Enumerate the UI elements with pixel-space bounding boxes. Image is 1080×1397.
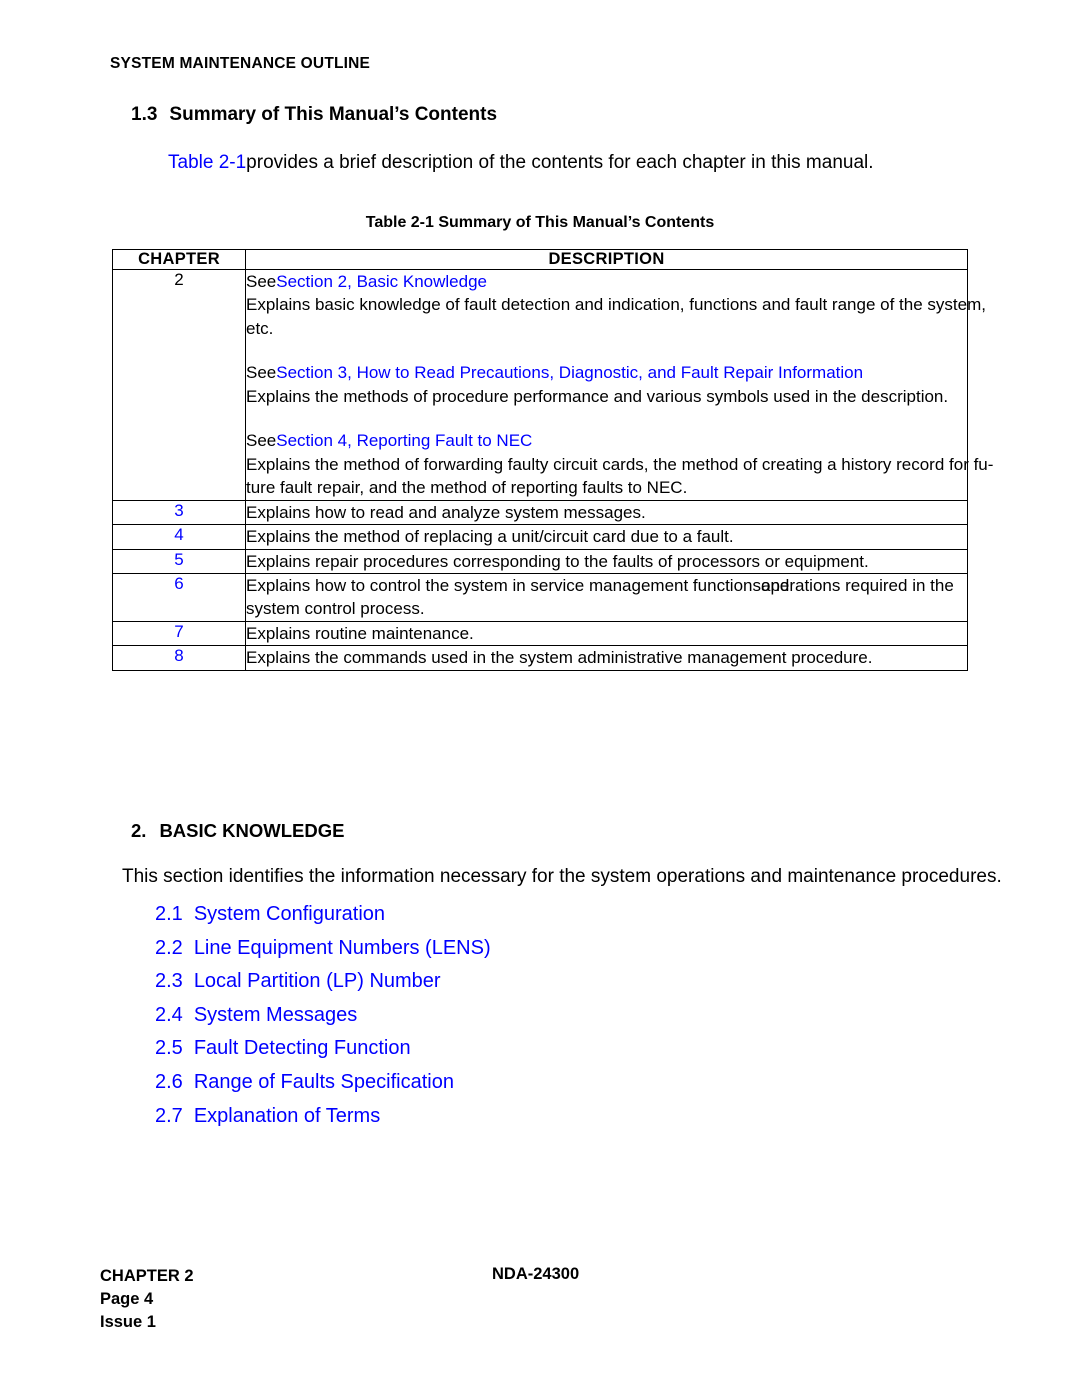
toc-item-2-5[interactable]: 2.5 Fault Detecting Function xyxy=(155,1032,491,1066)
see-line: SeeSection 3, How to Read Precautions, D… xyxy=(246,361,967,384)
toc-label: Fault Detecting Function xyxy=(193,1037,411,1060)
chapter-2-number: 2. xyxy=(131,820,147,841)
footer-issue: Issue 1 xyxy=(100,1313,156,1331)
description-line-overlapping: Explains how to control the system in se… xyxy=(246,574,967,597)
table-caption: Table 2-1 Summary of This Manual’s Conte… xyxy=(365,214,715,231)
page-footer: CHAPTER 2 Page 4 Issue 1 xyxy=(100,1265,194,1334)
toc-number: 2.4 xyxy=(155,1003,183,1026)
overlap-before: Explains how to control the system in se… xyxy=(246,575,761,595)
section-link[interactable]: Section 2, Basic Knowledge xyxy=(276,272,487,291)
table-row: 8 Explains the commands used in the syst… xyxy=(112,645,968,671)
footer-chapter: CHAPTER 2 xyxy=(100,1267,194,1285)
footer-page-number: Page 4 xyxy=(100,1290,154,1308)
cell-description: Explains routine maintenance. xyxy=(245,620,968,647)
description-line: Explains routine maintenance. xyxy=(246,623,474,643)
cell-chapter-number[interactable]: 8 xyxy=(112,645,246,671)
toc-label: Explanation of Terms xyxy=(193,1104,381,1127)
section-link[interactable]: Section 3, How to Read Precautions, Diag… xyxy=(276,363,863,382)
chapter-2-toc: 2.1 System Configuration 2.2 Line Equipmen… xyxy=(155,898,491,1133)
intro-text: provides a brief description of the cont… xyxy=(246,152,874,173)
overlap-text-b: operations required in the xyxy=(760,575,954,595)
toc-number: 2.1 xyxy=(155,903,183,925)
description-line: Explains the method of replacing a unit/… xyxy=(246,527,734,547)
running-head: SYSTEM MAINTENANCE OUTLINE xyxy=(110,55,371,72)
see-line: SeeSection 4, Reporting Fault to NEC xyxy=(246,429,967,452)
toc-label: Line Equipment Numbers (LENS) xyxy=(193,936,491,959)
cell-description: Explains how to control the system in se… xyxy=(245,572,968,622)
description-line: ture fault repair, and the method of rep… xyxy=(246,478,688,498)
description-line: Explains the methods of procedure perfor… xyxy=(246,386,949,406)
section-title: Summary of This Manual’s Contents xyxy=(169,104,498,125)
toc-label: Range of Faults Specification xyxy=(193,1070,454,1093)
description-line: system control process. xyxy=(246,599,425,619)
header-chapter: CHAPTER xyxy=(112,249,246,270)
toc-number: 2.5 xyxy=(155,1037,183,1060)
table-row: 6 Explains how to control the system in … xyxy=(112,572,968,622)
cell-chapter-number[interactable]: 7 xyxy=(112,620,246,647)
cell-description: Explains how to read and analyze system … xyxy=(245,499,968,526)
section-number: 1.3 xyxy=(131,104,158,125)
cell-chapter-number[interactable]: 3 xyxy=(112,499,246,526)
cell-chapter-number: 2 xyxy=(112,269,246,501)
chapter-2-heading: 2. BASIC KNOWLEDGE xyxy=(131,820,344,842)
see-line: SeeSection 2, Basic Knowledge xyxy=(246,270,967,293)
cell-description: Explains the commands used in the system… xyxy=(245,645,968,671)
cell-description: Explains repair procedures corresponding… xyxy=(245,548,968,574)
toc-item-2-4[interactable]: 2.4 System Messages xyxy=(155,999,491,1033)
toc-label: System Messages xyxy=(193,1003,358,1026)
footer-document-number: NDA-24300 xyxy=(492,1265,580,1283)
table-row: 4 Explains the method of replacing a uni… xyxy=(112,524,968,550)
chapter-2-paragraph: This section identifies the information … xyxy=(122,866,1002,887)
table-row: 5 Explains repair procedures correspondi… xyxy=(112,548,968,574)
table-header-row: CHAPTER DESCRIPTION xyxy=(112,249,968,270)
cell-description: SeeSection 2, Basic Knowledge Explains b… xyxy=(245,269,994,501)
description-line: Explains basic knowledge of fault detect… xyxy=(246,295,986,315)
toc-item-2-2[interactable]: 2.2 Line Equipment Numbers (LENS) xyxy=(155,932,491,966)
table-row: 7 Explains routine maintenance. xyxy=(112,620,968,647)
see-label: See xyxy=(246,272,277,291)
table-row: 3 Explains how to read and analyze syste… xyxy=(112,499,968,526)
description-line: Explains how to read and analyze system … xyxy=(246,502,646,522)
description-line: Explains the commands used in the system… xyxy=(246,648,873,668)
toc-label: Local Partition (LP) Number xyxy=(193,970,441,993)
see-label: See xyxy=(246,363,277,383)
cell-chapter-number[interactable]: 6 xyxy=(112,572,246,622)
chapter-2-title: BASIC KNOWLEDGE xyxy=(159,820,345,841)
header-description: DESCRIPTION xyxy=(245,249,968,270)
description-line: etc. xyxy=(246,318,274,338)
cell-chapter-number[interactable]: 5 xyxy=(112,548,246,574)
document-page: SYSTEM MAINTENANCE OUTLINE 1.3 Summary of… xyxy=(0,0,1080,1397)
toc-number: 2.7 xyxy=(155,1104,183,1127)
summary-table: CHAPTER DESCRIPTION 2 SeeSection 2, Basi… xyxy=(112,249,994,671)
section-heading: 1.3 Summary of This Manual’s Contents xyxy=(131,104,497,126)
description-line: Explains repair procedures corresponding… xyxy=(246,551,869,571)
description-line: Explains the method of forwarding faulty… xyxy=(246,454,994,474)
cell-description: Explains the method of replacing a unit/… xyxy=(245,524,968,550)
cell-chapter-number[interactable]: 4 xyxy=(112,524,246,550)
toc-number: 2.3 xyxy=(155,970,183,993)
toc-item-2-1[interactable]: 2.1 System Configuration xyxy=(155,898,491,932)
toc-item-2-6[interactable]: 2.6 Range of Faults Specification xyxy=(155,1066,491,1100)
table-row: 2 SeeSection 2, Basic Knowledge Explains… xyxy=(112,269,994,501)
toc-number: 2.6 xyxy=(155,1070,183,1093)
overlap-group: and operations required in the xyxy=(761,574,954,597)
section-link[interactable]: Section 4, Reporting Fault to NEC xyxy=(276,431,532,450)
toc-number: 2.2 xyxy=(155,936,183,959)
toc-label: System Configuration xyxy=(193,903,386,925)
intro-paragraph: Table 2-1provides a brief description of… xyxy=(168,152,874,174)
toc-item-2-7[interactable]: 2.7 Explanation of Terms xyxy=(155,1100,491,1134)
see-label: See xyxy=(246,431,277,451)
toc-item-2-3[interactable]: 2.3 Local Partition (LP) Number xyxy=(155,965,491,999)
table-2-1-link[interactable]: Table 2-1 xyxy=(168,152,246,173)
